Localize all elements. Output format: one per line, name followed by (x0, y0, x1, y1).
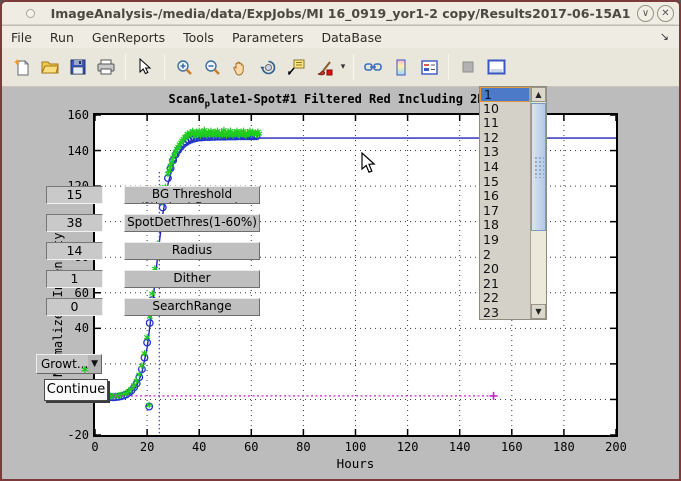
list-item[interactable]: 17 (480, 204, 530, 219)
listbox-items: 110111213141516171819220212223 (480, 87, 530, 319)
rotate-3d-icon[interactable] (255, 54, 281, 80)
insert-colorbar-icon[interactable] (388, 54, 414, 80)
bg-threshold-sublabel: (%below) Dynamic (125, 202, 259, 204)
link-plots-icon[interactable] (360, 54, 386, 80)
pointer-icon[interactable] (132, 54, 158, 80)
list-item[interactable]: 10 (480, 102, 530, 117)
window-title: ImageAnalysis-/media/data/ExpJobs/MI 16_… (51, 6, 631, 21)
list-item[interactable]: 1 (480, 87, 530, 102)
data-cursor-icon[interactable] (283, 54, 309, 80)
x-tick-label: 180 (544, 440, 584, 454)
listbox-scrollbar[interactable]: ▲ ▼ (530, 87, 546, 319)
brush-dropdown-icon[interactable]: ▾ (338, 62, 348, 72)
y-tick-label: 160 (57, 108, 89, 122)
list-item[interactable]: 20 (480, 262, 530, 277)
toolbar-separator (164, 54, 165, 80)
spot-listbox[interactable]: 110111213141516171819220212223 ▲ ▼ (479, 86, 547, 320)
bg-threshold-field[interactable]: 15 (46, 186, 103, 204)
toolbar-separator (353, 54, 354, 80)
spotdetthres-field[interactable]: 38 (46, 214, 103, 232)
menu-database[interactable]: DataBase (312, 28, 390, 47)
minimize-button[interactable]: ∨ (637, 5, 654, 22)
list-item[interactable]: 14 (480, 160, 530, 175)
x-tick-label: 160 (492, 440, 532, 454)
menu-file[interactable]: File (2, 28, 41, 47)
menu-run[interactable]: Run (41, 28, 83, 47)
app-window: ImageAnalysis-/media/data/ExpJobs/MI 16_… (0, 0, 681, 481)
menu-tools[interactable]: Tools (174, 28, 223, 47)
toolbar-separator (448, 54, 449, 80)
zoom-in-icon[interactable] (171, 54, 197, 80)
x-tick-label: 20 (127, 440, 167, 454)
list-item[interactable]: 18 (480, 218, 530, 233)
mouse-cursor (361, 152, 377, 174)
dither-field[interactable]: 1 (46, 270, 103, 288)
list-item[interactable]: 13 (480, 145, 530, 160)
continue-button[interactable]: Continue (44, 379, 108, 401)
x-tick-label: 60 (231, 440, 271, 454)
chevron-down-icon[interactable]: ▼ (88, 355, 101, 373)
menu-parameters[interactable]: Parameters (223, 28, 313, 47)
radius-button[interactable]: Radius (124, 242, 260, 260)
y-tick-label: 140 (57, 144, 89, 158)
titlebar: ImageAnalysis-/media/data/ExpJobs/MI 16_… (2, 2, 679, 25)
x-axis-label: Hours (93, 456, 618, 471)
searchrange-field[interactable]: 0 (46, 298, 103, 316)
scroll-down-icon[interactable]: ▼ (531, 304, 546, 319)
bg-threshold-button[interactable]: BG Threshold (%below) Dynamic (124, 186, 260, 204)
x-tick-label: 40 (179, 440, 219, 454)
menu-genreports[interactable]: GenReports (83, 28, 174, 47)
list-item[interactable]: 21 (480, 277, 530, 292)
menubar: File Run GenReports Tools Parameters Dat… (2, 26, 679, 48)
x-tick-label: 120 (388, 440, 428, 454)
list-item[interactable]: 22 (480, 291, 530, 306)
toolbar: ▾ (2, 48, 679, 87)
dock-figure-icon[interactable] (483, 54, 509, 80)
list-item[interactable]: 2 (480, 248, 530, 263)
x-tick-label: 80 (283, 440, 323, 454)
zoom-out-icon[interactable] (199, 54, 225, 80)
pan-hand-icon[interactable] (227, 54, 253, 80)
growth-dropdown[interactable]: Growt... ▼ (36, 354, 102, 374)
list-item[interactable]: 23 (480, 306, 530, 319)
x-tick-label: 200 (596, 440, 636, 454)
stray-marker-icon: * (81, 363, 89, 381)
insert-legend-icon[interactable] (416, 54, 442, 80)
x-tick-label: 140 (440, 440, 480, 454)
x-tick-label: 100 (336, 440, 376, 454)
brush-icon[interactable] (311, 54, 337, 80)
list-item[interactable]: 19 (480, 233, 530, 248)
scrollbar-grip (534, 156, 544, 178)
dither-button[interactable]: Dither (124, 270, 260, 288)
close-button[interactable]: ✕ (657, 5, 674, 22)
new-figure-icon[interactable] (9, 54, 35, 80)
list-item[interactable]: 15 (480, 175, 530, 190)
searchrange-button[interactable]: SearchRange (124, 298, 260, 316)
save-icon[interactable] (65, 54, 91, 80)
print-icon[interactable] (93, 54, 119, 80)
open-file-icon[interactable] (37, 54, 63, 80)
radius-field[interactable]: 14 (46, 242, 103, 260)
toolbar-separator (125, 54, 126, 80)
list-item[interactable]: 11 (480, 116, 530, 131)
x-tick-label: 0 (75, 440, 115, 454)
figure-canvas: Scan6plate1-Spot#1 Filtered Red Includin… (2, 87, 679, 481)
list-item[interactable]: 12 (480, 131, 530, 146)
scroll-up-icon[interactable]: ▲ (531, 87, 546, 102)
menu-overflow-icon[interactable]: ↘ (660, 30, 669, 43)
scrollbar-thumb[interactable] (531, 103, 546, 231)
window-icon (26, 9, 35, 18)
list-item[interactable]: 16 (480, 189, 530, 204)
disabled-tool-icon (455, 54, 481, 80)
spotdetthres-button[interactable]: SpotDetThres(1-60%) (124, 214, 260, 232)
